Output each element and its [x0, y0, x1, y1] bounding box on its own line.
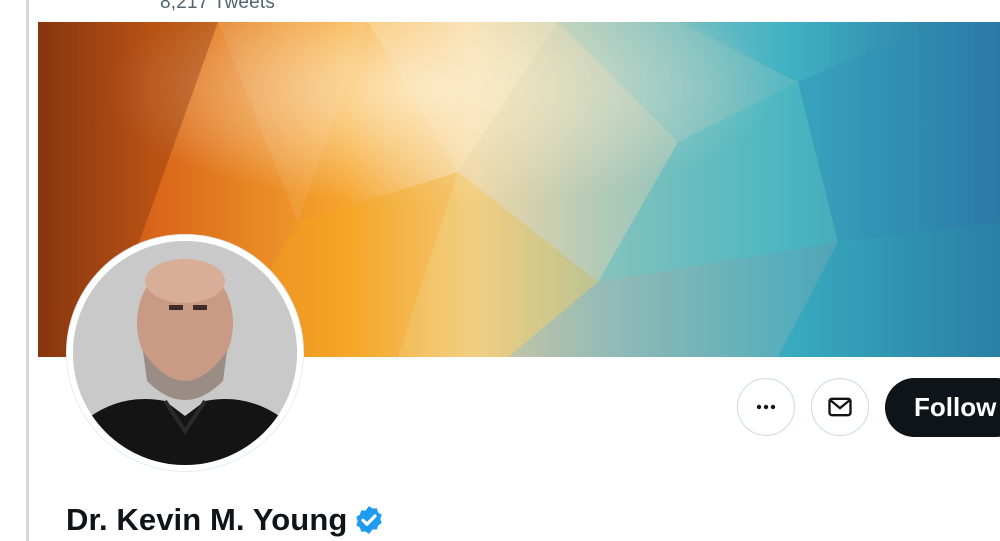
tweet-count: 8,217 Tweets — [160, 0, 276, 13]
verified-badge-icon — [353, 504, 385, 536]
follow-button-label: Follow — [914, 392, 997, 422]
avatar-ring[interactable] — [67, 235, 303, 471]
profile-name-row: Dr. Kevin M. Young — [66, 500, 385, 540]
message-button[interactable] — [811, 378, 869, 436]
envelope-icon — [828, 397, 852, 417]
display-name: Dr. Kevin M. Young — [66, 502, 348, 537]
more-button[interactable] — [737, 378, 795, 436]
rail-divider — [26, 0, 29, 541]
left-rail — [0, 0, 38, 541]
profile-header-strip: 8,217 Tweets — [38, 0, 1000, 22]
more-horizontal-icon — [756, 404, 776, 410]
avatar[interactable] — [73, 241, 297, 465]
avatar-photo — [73, 241, 297, 465]
follow-button[interactable]: Follow — [885, 378, 1000, 437]
